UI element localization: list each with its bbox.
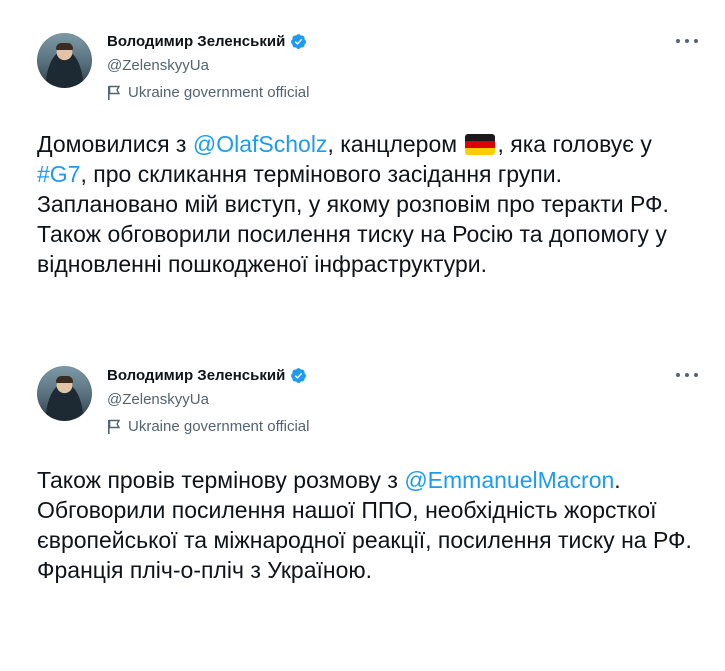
author-name[interactable]: Володимир Зеленський xyxy=(107,367,285,384)
mention-link[interactable]: @EmmanuelMacron xyxy=(404,467,614,493)
author-row: Володимир Зеленський xyxy=(107,33,307,50)
text-segment: Домовилися з xyxy=(37,131,193,157)
hashtag-link[interactable]: #G7 xyxy=(37,161,80,187)
tweet-text: Домовилися з @OlafScholz, канцлером , як… xyxy=(37,129,697,279)
author-row: Володимир Зеленський xyxy=(107,367,307,384)
text-segment: , яка головує у xyxy=(497,131,652,157)
mention-link[interactable]: @OlafScholz xyxy=(193,131,328,157)
government-label-text: Ukraine government official xyxy=(128,84,310,101)
author-handle[interactable]: @ZelenskyyUa xyxy=(107,57,209,74)
government-label-text: Ukraine government official xyxy=(128,418,310,435)
text-segment: , канцлером xyxy=(327,131,464,157)
government-label: Ukraine government official xyxy=(107,84,309,101)
tweet-text: Також провів термінову розмову з @Emmanu… xyxy=(37,465,697,585)
avatar[interactable] xyxy=(37,33,92,88)
more-icon[interactable] xyxy=(676,31,698,51)
author-name[interactable]: Володимир Зеленський xyxy=(107,33,285,50)
avatar[interactable] xyxy=(37,366,92,421)
government-label: Ukraine government official xyxy=(107,418,309,435)
flag-icon xyxy=(108,85,121,100)
text-segment: Також провів термінову розмову з xyxy=(37,467,405,493)
flag-icon xyxy=(108,419,121,434)
author-handle[interactable]: @ZelenskyyUa xyxy=(107,391,209,408)
more-icon[interactable] xyxy=(676,365,698,385)
verified-badge-icon xyxy=(291,34,307,49)
text-segment: , про скликання термінового засідання гр… xyxy=(37,161,669,277)
germany-flag-emoji xyxy=(465,134,496,155)
verified-badge-icon xyxy=(291,368,307,383)
